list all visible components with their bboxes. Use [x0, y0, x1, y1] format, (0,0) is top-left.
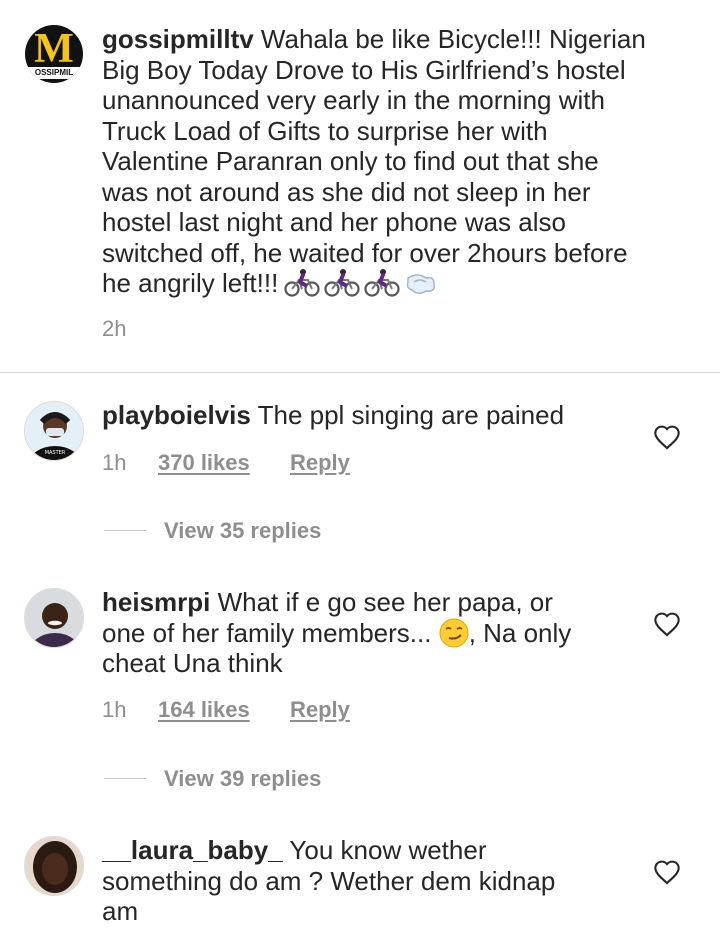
comment-avatar[interactable]: MASTER: [24, 401, 84, 461]
avatar-logo-banner: OSSIPMIL: [25, 67, 83, 79]
bicycle-rider-icon: [324, 269, 360, 297]
comment-likes-link[interactable]: 164 likes: [158, 697, 250, 723]
caption-line: Valentine Paranran only to find out that…: [102, 146, 599, 176]
comment-username[interactable]: playboielvis: [102, 400, 251, 430]
comment-time: 1h: [102, 697, 127, 722]
comment-line: The ppl singing are pained: [250, 400, 565, 430]
heart-icon[interactable]: [653, 611, 681, 637]
comment-username[interactable]: __laura_baby_: [102, 835, 283, 865]
comment-line: am: [102, 896, 139, 926]
bicycle-rider-icon: [364, 269, 400, 297]
comment-avatar[interactable]: [24, 588, 84, 648]
caption-line: hostel last night and her phone was also: [102, 207, 566, 237]
comment-text: __laura_baby_ You know wether something …: [102, 835, 642, 927]
svg-text:MASTER: MASTER: [45, 450, 66, 456]
avatar-logo-letter: M: [34, 26, 74, 72]
comment-line: You know wether: [282, 835, 487, 865]
comment-text: playboielvis The ppl singing are pained: [102, 400, 642, 431]
bicycle-rider-icon: [284, 269, 320, 297]
caption-line: was not around as she did not sleep in h…: [102, 176, 591, 207]
caption-line: Wahala be like Bicycle!!! Nigerian: [253, 24, 646, 54]
view-replies-button[interactable]: View 39 replies: [164, 766, 321, 792]
heart-icon[interactable]: [653, 424, 681, 450]
post-caption: gossipmilltv Wahala be like Bicycle!!! N…: [102, 24, 702, 299]
caption-line: Truck Load of Gifts to surprise her with: [102, 115, 548, 146]
post-avatar[interactable]: M OSSIPMIL: [25, 25, 83, 83]
avatar-photo: [25, 589, 83, 647]
view-replies-line: [104, 530, 146, 531]
avatar-photo: [25, 837, 83, 895]
comment-avatar[interactable]: [24, 836, 84, 896]
caption-line: switched off, he waited for over 2hours …: [102, 237, 628, 268]
caption-line: Big Boy Today Drove to His Girlfriend’s …: [102, 54, 626, 85]
post-username[interactable]: gossipmilltv: [102, 24, 254, 54]
comment-username[interactable]: heismrpi: [102, 587, 210, 617]
view-replies-button[interactable]: View 35 replies: [164, 518, 321, 544]
comment-likes-link[interactable]: 370 likes: [158, 450, 250, 476]
caption-line: he angrily left!!!: [102, 268, 279, 298]
comment-line: one of her family members...: [102, 617, 439, 648]
post-time: 2h: [102, 316, 127, 341]
comment-line: cheat Una think: [102, 648, 283, 678]
comment-text: heismrpi What if e go see her papa, or o…: [102, 587, 642, 679]
comment-time: 1h: [102, 450, 127, 475]
comment-reply-button[interactable]: Reply: [290, 450, 350, 476]
comment-line: What if e go see her papa, or: [210, 587, 553, 617]
smirk-icon: [439, 618, 469, 647]
caption-line: unannounced very early in the morning wi…: [102, 85, 605, 115]
comment-reply-button[interactable]: Reply: [290, 697, 350, 723]
comment-line: something do am ? Wether dem kidnap: [102, 865, 556, 896]
comment-line: , Na only: [468, 617, 572, 648]
caption-divider: [0, 372, 720, 373]
view-replies-line: [104, 778, 146, 779]
heart-icon[interactable]: [653, 859, 681, 885]
dash-icon: [407, 274, 436, 294]
avatar-photo: MASTER: [25, 402, 83, 460]
